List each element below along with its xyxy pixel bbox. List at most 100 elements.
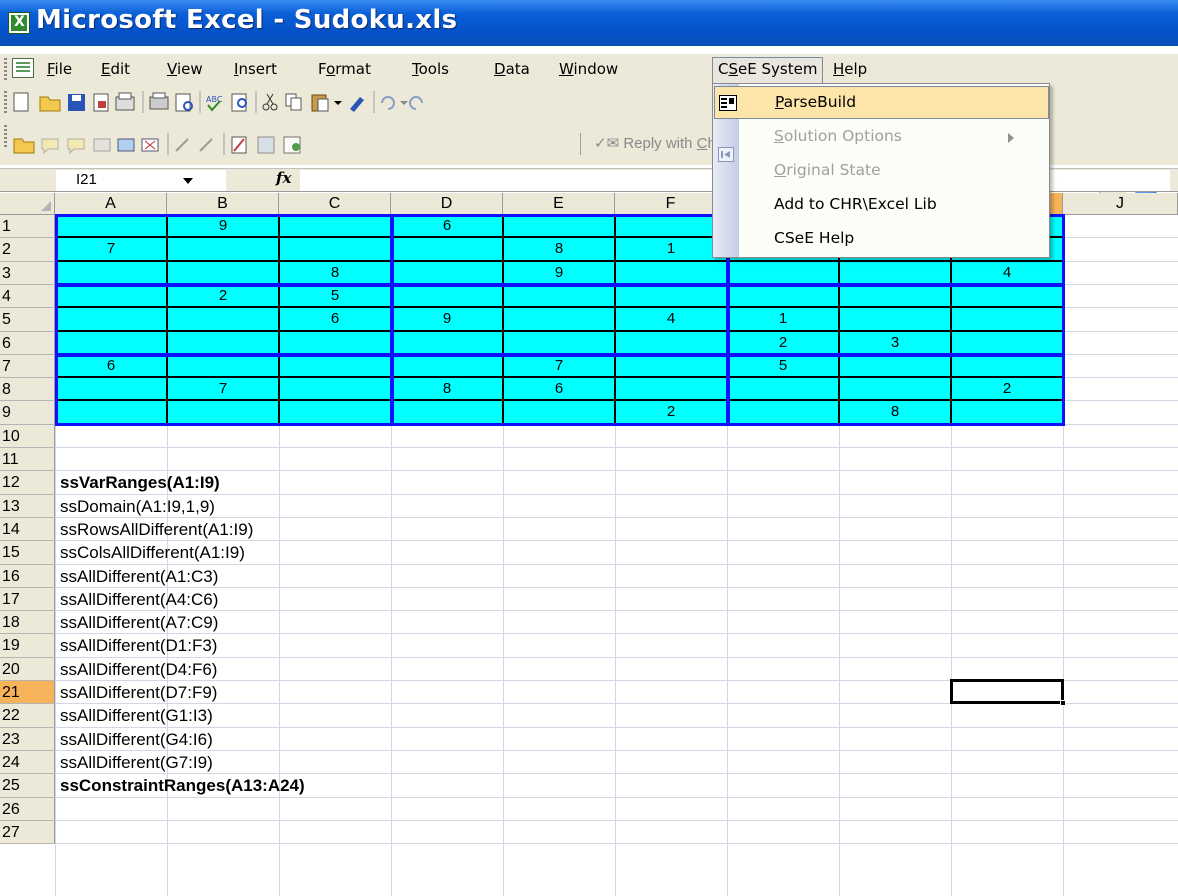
select-all-corner[interactable]: [0, 193, 55, 215]
sudoku-cell[interactable]: [56, 215, 168, 238]
workbook-icon[interactable]: [12, 58, 34, 78]
menu-tools[interactable]: Tools: [407, 58, 454, 81]
row-header-20[interactable]: 20: [0, 658, 55, 681]
fill-handle[interactable]: [1060, 700, 1066, 706]
sudoku-cell[interactable]: [392, 355, 504, 378]
menu-format[interactable]: Format: [313, 58, 376, 81]
menu-csee-system[interactable]: CSeE System: [712, 57, 824, 85]
sudoku-cell[interactable]: [504, 308, 616, 332]
column-header-e[interactable]: E: [503, 193, 615, 215]
sudoku-cell[interactable]: 5: [280, 285, 392, 308]
sudoku-cell[interactable]: 2: [616, 401, 728, 425]
chevron-down-icon[interactable]: [183, 178, 193, 189]
row-header-12[interactable]: 12: [0, 471, 55, 495]
row-header-15[interactable]: 15: [0, 541, 55, 565]
sudoku-cell[interactable]: [616, 378, 728, 401]
row-header-19[interactable]: 19: [0, 634, 55, 658]
sudoku-cell[interactable]: 8: [280, 262, 392, 285]
sudoku-cell[interactable]: [280, 401, 392, 425]
constraint-cell[interactable]: ssAllDifferent(D1:F3): [60, 634, 217, 657]
sudoku-cell[interactable]: [840, 262, 952, 285]
sudoku-cell[interactable]: [392, 238, 504, 262]
column-header-d[interactable]: D: [391, 193, 503, 215]
constraint-cell[interactable]: ssAllDifferent(A4:C6): [60, 588, 218, 611]
row-header-9[interactable]: 9: [0, 401, 55, 425]
row-header-22[interactable]: 22: [0, 704, 55, 728]
sudoku-cell[interactable]: [56, 401, 168, 425]
sudoku-cell[interactable]: 8: [840, 401, 952, 425]
sudoku-cell[interactable]: 2: [168, 285, 280, 308]
sudoku-cell[interactable]: [168, 355, 280, 378]
sudoku-cell[interactable]: [952, 285, 1064, 308]
sudoku-cell[interactable]: [168, 308, 280, 332]
column-header-c[interactable]: C: [279, 193, 391, 215]
active-cell-selection[interactable]: [950, 679, 1066, 706]
sudoku-cell[interactable]: 9: [504, 262, 616, 285]
sudoku-cell[interactable]: [952, 401, 1064, 425]
sudoku-cell[interactable]: 9: [392, 308, 504, 332]
sudoku-cell[interactable]: [168, 332, 280, 355]
row-header-3[interactable]: 3: [0, 262, 55, 285]
sudoku-cell[interactable]: [56, 285, 168, 308]
column-header-j[interactable]: J: [1063, 193, 1178, 215]
sudoku-cell[interactable]: [616, 355, 728, 378]
row-header-18[interactable]: 18: [0, 611, 55, 634]
sudoku-cell[interactable]: 2: [728, 332, 840, 355]
sudoku-cell[interactable]: 6: [56, 355, 168, 378]
row-header-13[interactable]: 13: [0, 495, 55, 518]
sudoku-cell[interactable]: [280, 215, 392, 238]
sudoku-cell[interactable]: [168, 401, 280, 425]
sudoku-cell[interactable]: 7: [168, 378, 280, 401]
constraint-cell[interactable]: ssVarRanges(A1:I9): [60, 471, 220, 494]
sudoku-cell[interactable]: [56, 262, 168, 285]
column-header-a[interactable]: A: [55, 193, 167, 215]
sudoku-cell[interactable]: [504, 285, 616, 308]
column-header-b[interactable]: B: [167, 193, 279, 215]
menu-item-solution-options[interactable]: Solution Options: [714, 121, 1049, 154]
menu-file[interactable]: File: [42, 58, 77, 81]
sudoku-cell[interactable]: [280, 355, 392, 378]
sudoku-cell[interactable]: [280, 378, 392, 401]
row-header-4[interactable]: 4: [0, 285, 55, 308]
sudoku-cell[interactable]: 3: [840, 332, 952, 355]
sudoku-cell[interactable]: [56, 308, 168, 332]
row-header-27[interactable]: 27: [0, 821, 55, 844]
sudoku-cell[interactable]: [616, 285, 728, 308]
menu-item-csee-help[interactable]: CSeE Help: [714, 223, 1049, 256]
sudoku-cell[interactable]: [392, 262, 504, 285]
row-header-14[interactable]: 14: [0, 518, 55, 541]
row-header-6[interactable]: 6: [0, 332, 55, 355]
constraint-cell[interactable]: ssAllDifferent(G7:I9): [60, 751, 213, 774]
sudoku-cell[interactable]: [616, 332, 728, 355]
toolbar-grip-icon[interactable]: [4, 125, 7, 147]
row-header-23[interactable]: 23: [0, 728, 55, 751]
sudoku-cell[interactable]: [616, 262, 728, 285]
row-header-7[interactable]: 7: [0, 355, 55, 378]
sudoku-cell[interactable]: [56, 378, 168, 401]
constraint-cell[interactable]: ssAllDifferent(D4:F6): [60, 658, 217, 681]
sudoku-cell[interactable]: [840, 378, 952, 401]
row-header-16[interactable]: 16: [0, 565, 55, 588]
constraint-cell[interactable]: ssAllDifferent(D7:F9): [60, 681, 217, 704]
constraint-cell[interactable]: ssAllDifferent(G4:I6): [60, 728, 213, 751]
row-header-17[interactable]: 17: [0, 588, 55, 611]
sudoku-cell[interactable]: [504, 332, 616, 355]
sudoku-cell[interactable]: [280, 332, 392, 355]
menu-edit[interactable]: Edit: [96, 58, 135, 81]
sudoku-cell[interactable]: [168, 238, 280, 262]
sudoku-cell[interactable]: [168, 262, 280, 285]
sudoku-cell[interactable]: [952, 308, 1064, 332]
row-header-5[interactable]: 5: [0, 308, 55, 332]
sudoku-cell[interactable]: 4: [952, 262, 1064, 285]
sudoku-cell[interactable]: [952, 332, 1064, 355]
menu-window[interactable]: Window: [554, 58, 623, 81]
sudoku-cell[interactable]: [56, 332, 168, 355]
sudoku-cell[interactable]: [280, 238, 392, 262]
name-box[interactable]: I21: [56, 170, 226, 191]
menu-view[interactable]: View: [162, 58, 208, 81]
sudoku-cell[interactable]: [840, 308, 952, 332]
toolbar-grip-icon[interactable]: [4, 91, 7, 113]
row-header-21[interactable]: 21: [0, 681, 55, 704]
excel-app-icon[interactable]: [8, 12, 30, 34]
sudoku-cell[interactable]: 9: [168, 215, 280, 238]
